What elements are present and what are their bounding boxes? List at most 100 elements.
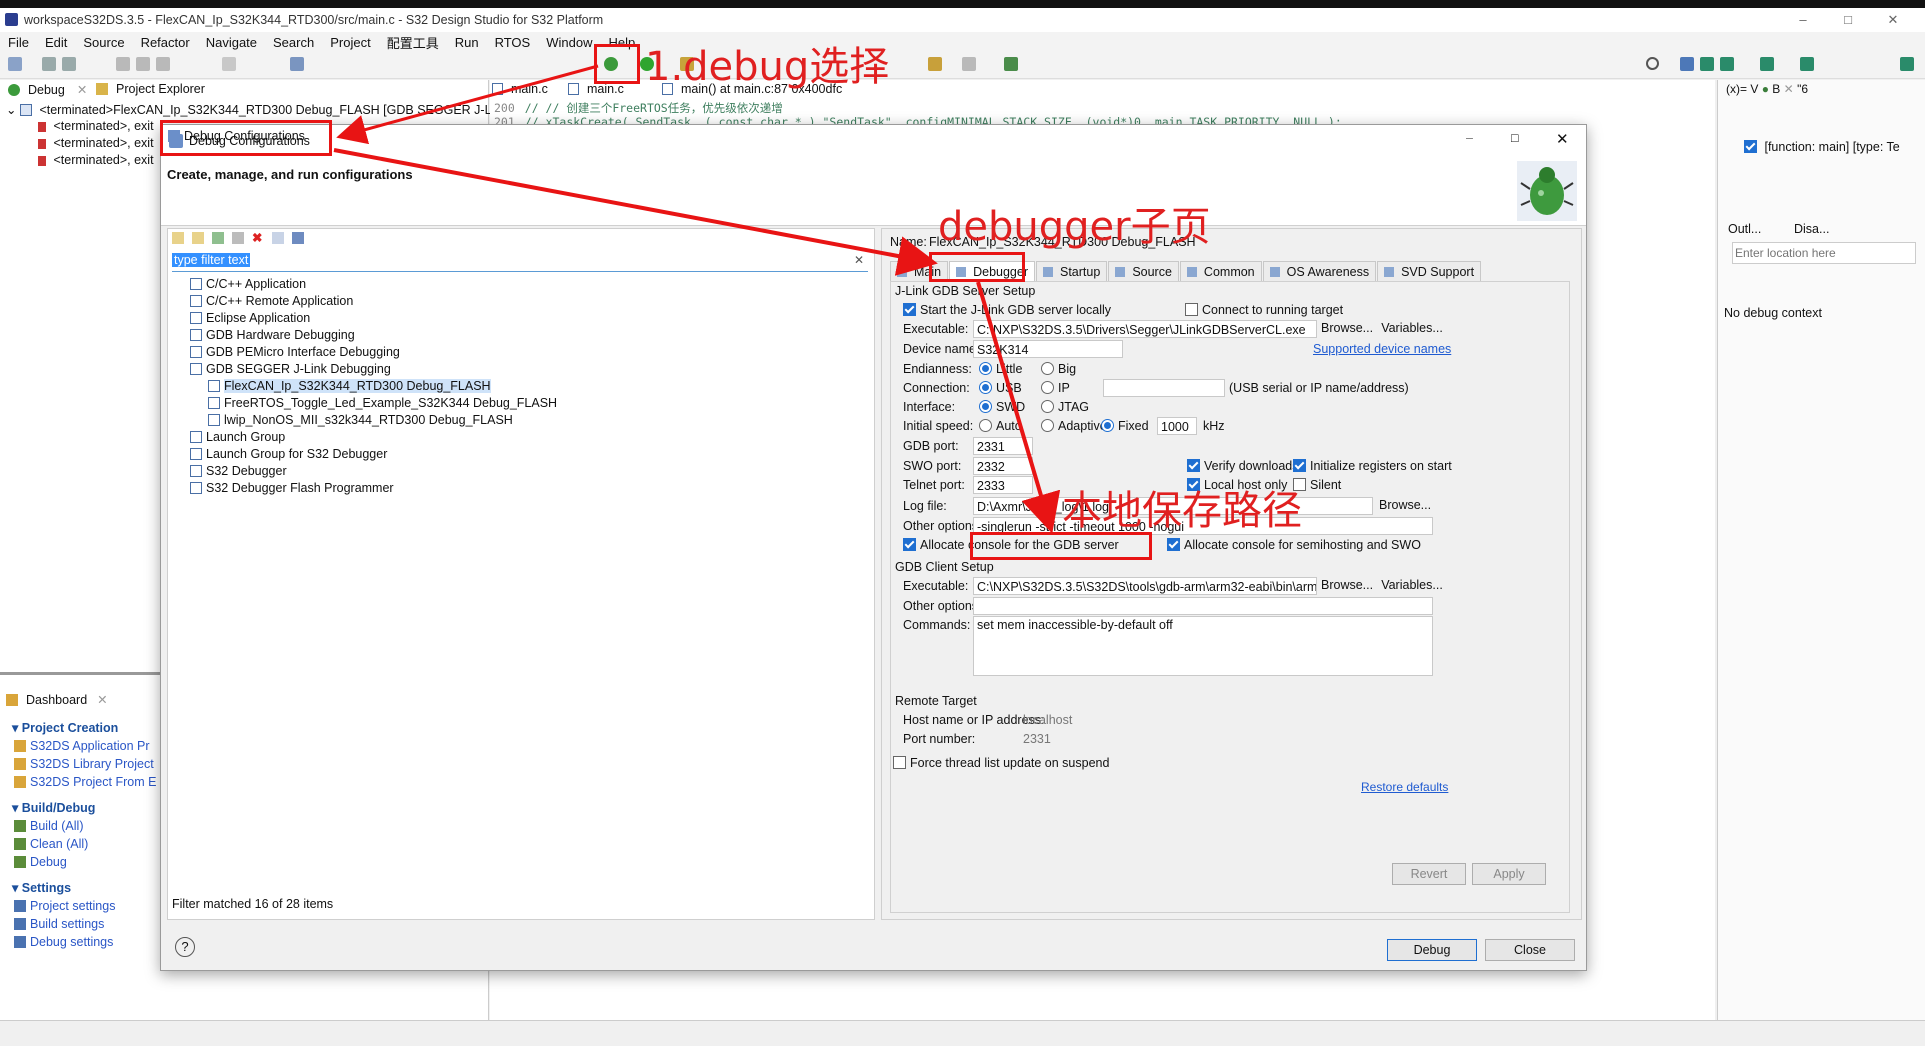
menu-item[interactable]: Refactor: [133, 35, 198, 50]
menu-item[interactable]: 配置工具: [379, 33, 447, 52]
conn-usb-radio[interactable]: USB: [979, 381, 1022, 395]
filter-icon[interactable]: [292, 232, 304, 244]
dashboard-link[interactable]: S32DS Application Pr: [14, 739, 150, 753]
new-config-icon[interactable]: [172, 232, 184, 244]
close-button[interactable]: Close: [1485, 939, 1575, 961]
debug-configurations-menu-item[interactable]: Debug Configurations: [168, 129, 305, 143]
alloc-semihosting-checkbox[interactable]: Allocate console for semihosting and SWO: [1167, 538, 1421, 552]
tab-svd-support[interactable]: SVD Support: [1377, 261, 1482, 281]
debug-tree-row[interactable]: <terminated>, exit: [38, 153, 154, 167]
tree-config-item[interactable]: lwip_NonOS_MII_s32k344_RTD300 Debug_FLAS…: [208, 413, 513, 427]
tree-config-type[interactable]: Launch Group for S32 Debugger: [190, 447, 387, 461]
gdb-port-field[interactable]: 2331: [973, 437, 1033, 455]
tree-config-type[interactable]: C/C++ Remote Application: [190, 294, 353, 308]
maximize-icon[interactable]: □: [1511, 131, 1519, 145]
debug-button[interactable]: Debug: [1387, 939, 1477, 961]
build-all-icon[interactable]: [136, 57, 150, 71]
debug-tree-row[interactable]: <terminated>, exit: [38, 136, 154, 150]
menu-item[interactable]: Run: [447, 35, 487, 50]
search-toolbar-icon[interactable]: [290, 57, 304, 71]
minimize-icon[interactable]: –: [1466, 131, 1473, 145]
delete-icon[interactable]: ✖: [252, 232, 264, 245]
browse-button[interactable]: Browse...: [1321, 318, 1373, 340]
tab-source[interactable]: Source: [1108, 261, 1179, 281]
init-registers-checkbox[interactable]: Initialize registers on start: [1293, 459, 1452, 473]
menu-item[interactable]: Project: [322, 35, 378, 50]
perspective-debug-icon[interactable]: [1700, 57, 1714, 71]
iface-jtag-radio[interactable]: JTAG: [1041, 400, 1089, 414]
conn-ip-radio[interactable]: IP: [1041, 381, 1070, 395]
tree-config-item[interactable]: FlexCAN_Ip_S32K344_RTD300 Debug_FLASH: [208, 379, 491, 393]
restore-defaults-link[interactable]: Restore defaults: [1361, 780, 1448, 794]
filter-input[interactable]: type filter text ✕: [172, 253, 868, 272]
variables-button[interactable]: Variables...: [1379, 318, 1445, 340]
dashboard-link[interactable]: Clean (All): [14, 837, 88, 851]
undo-icon[interactable]: [222, 57, 236, 71]
tree-config-type[interactable]: S32 Debugger Flash Programmer: [190, 481, 394, 495]
tab-startup[interactable]: Startup: [1036, 261, 1108, 281]
tab-debug[interactable]: Debug ✕: [8, 82, 87, 97]
connect-running-checkbox[interactable]: Connect to running target: [1185, 303, 1343, 317]
debug-tree-row[interactable]: <terminated>, exit: [38, 119, 154, 133]
telnet-port-field[interactable]: 2333: [973, 476, 1033, 494]
swo-port-field[interactable]: 2332: [973, 457, 1033, 475]
dashboard-link[interactable]: Debug: [14, 855, 67, 869]
tree-config-item[interactable]: FreeRTOS_Toggle_Led_Example_S32K344 Debu…: [208, 396, 557, 410]
refresh-icon[interactable]: [156, 57, 170, 71]
tree-config-type[interactable]: Launch Group: [190, 430, 285, 444]
duplicate-icon[interactable]: [232, 232, 244, 244]
dashboard-section-header[interactable]: ▾ Project Creation: [12, 720, 118, 735]
location-input[interactable]: [1732, 242, 1916, 264]
speed-value-field[interactable]: 1000: [1157, 417, 1197, 435]
chevron-down-icon[interactable]: ▾: [12, 881, 22, 895]
dashboard-link[interactable]: Project settings: [14, 899, 115, 913]
menu-item[interactable]: Edit: [37, 35, 75, 50]
debug-tree-root[interactable]: ⌄ <terminated>FlexCAN_Ip_S32K344_RTD300 …: [6, 102, 492, 117]
client-exe-field[interactable]: C:\NXP\S32DS.3.5\S32DS\tools\gdb-arm\arm…: [973, 577, 1317, 595]
clear-filter-icon[interactable]: ✕: [854, 253, 864, 267]
tree-config-type[interactable]: GDB SEGGER J-Link Debugging: [190, 362, 391, 376]
device-field[interactable]: S32K314: [973, 340, 1123, 358]
client-variables-button[interactable]: Variables...: [1379, 575, 1445, 597]
tab-dashboard[interactable]: Dashboard ✕: [6, 692, 108, 707]
tab-editor-main-c-1[interactable]: main.c: [492, 82, 548, 96]
disassembly-tab[interactable]: Disa...: [1794, 222, 1829, 236]
export-icon[interactable]: [212, 232, 224, 244]
supported-devices-link[interactable]: Supported device names: [1313, 342, 1451, 356]
dashboard-section-header[interactable]: ▾ Build/Debug: [12, 800, 95, 815]
help-icon[interactable]: ?: [175, 937, 195, 957]
speed-fixed-radio[interactable]: Fixed: [1101, 419, 1149, 433]
menu-item[interactable]: RTOS: [487, 35, 539, 50]
save-icon[interactable]: [42, 57, 56, 71]
open-perspective-icon[interactable]: [1004, 57, 1018, 71]
dashboard-link[interactable]: S32DS Library Project: [14, 757, 154, 771]
tree-config-type[interactable]: GDB PEMicro Interface Debugging: [190, 345, 400, 359]
perspective-c-icon[interactable]: [1680, 57, 1694, 71]
server-exe-field[interactable]: C:\NXP\S32DS.3.5\Drivers\Segger\JLinkGDB…: [973, 320, 1317, 338]
log-browse-button[interactable]: Browse...: [1379, 495, 1431, 517]
tab-editor-main-c-2[interactable]: main.c: [568, 82, 624, 96]
perspective-extra-icon[interactable]: [1760, 57, 1774, 71]
tree-config-type[interactable]: Eclipse Application: [190, 311, 310, 325]
conn-address-field[interactable]: [1103, 379, 1225, 397]
forward-icon[interactable]: [962, 57, 976, 71]
client-other-field[interactable]: [973, 597, 1433, 615]
menu-item[interactable]: Navigate: [198, 35, 265, 50]
tab-os-awareness[interactable]: OS Awareness: [1262, 261, 1377, 281]
variables-tab[interactable]: (x)= V ● B ✕ "6: [1726, 82, 1808, 96]
speed-adaptive-radio[interactable]: Adaptive: [1041, 419, 1107, 433]
close-icon[interactable]: ✕: [1556, 130, 1569, 148]
close-icon[interactable]: ✕: [97, 692, 107, 707]
chevron-down-icon[interactable]: ▾: [12, 721, 22, 735]
endian-little-radio[interactable]: Little: [979, 362, 1022, 376]
dashboard-section-header[interactable]: ▾ Settings: [12, 880, 71, 895]
perspective-more-icon[interactable]: [1800, 57, 1814, 71]
close-window-button[interactable]: ✕: [1875, 8, 1911, 32]
function-item[interactable]: [function: main] [type: Te: [1744, 140, 1900, 154]
new-icon[interactable]: [8, 57, 22, 71]
tab-project-explorer[interactable]: Project Explorer: [96, 82, 205, 96]
tree-config-type[interactable]: GDB Hardware Debugging: [190, 328, 355, 342]
collapse-all-icon[interactable]: [272, 232, 284, 244]
tree-config-type[interactable]: C/C++ Application: [190, 277, 306, 291]
dashboard-link[interactable]: Build (All): [14, 819, 84, 833]
